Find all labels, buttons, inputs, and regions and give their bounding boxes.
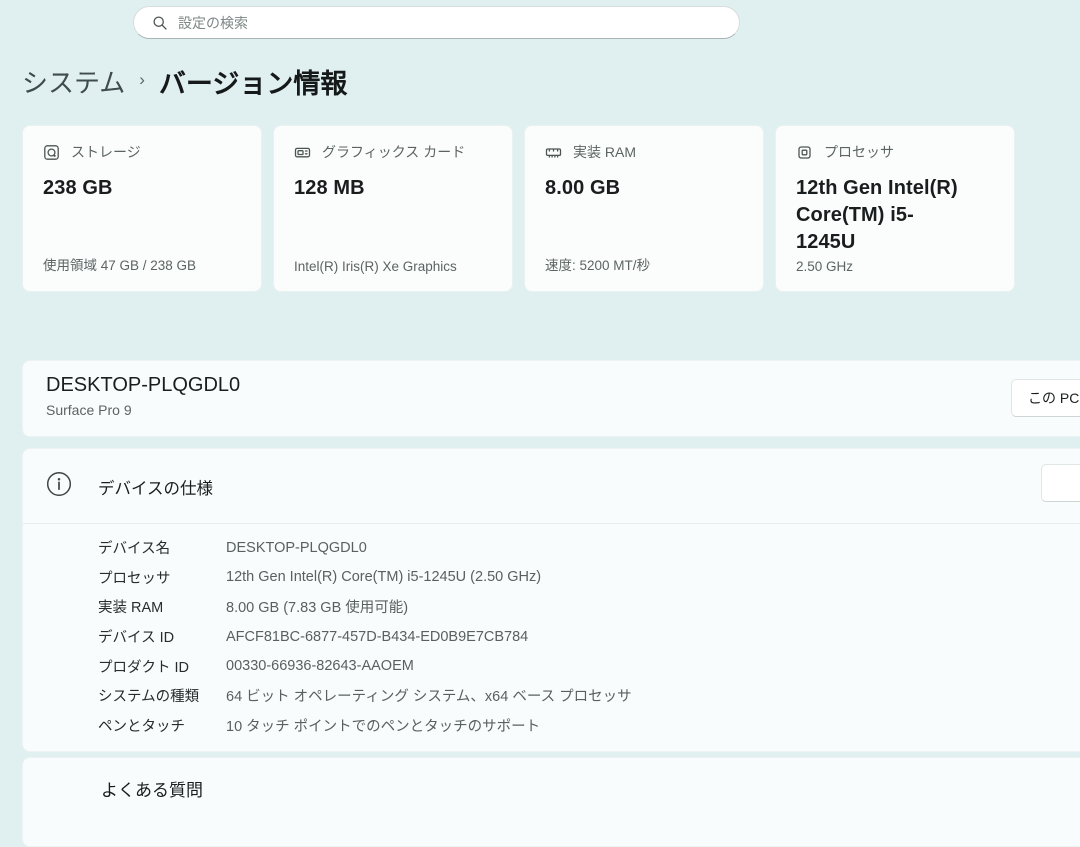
spec-value: 12th Gen Intel(R) Core(TM) i5-1245U (2.5… (226, 569, 541, 585)
spec-label: デバイス ID (98, 626, 226, 647)
graphics-card: グラフィックス カード 128 MB Intel(R) Iris(R) Xe G… (273, 125, 513, 292)
device-name-panel: DESKTOP-PLQGDL0 Surface Pro 9 この PC (22, 360, 1080, 437)
device-specs-title: デバイスの仕様 (98, 475, 213, 499)
settings-search-bar[interactable] (133, 6, 740, 39)
spec-label: プロダクト ID (98, 656, 226, 677)
rename-pc-button-label: この PC (1028, 388, 1079, 408)
storage-card: ストレージ 238 GB 使用領域 47 GB / 238 GB (22, 125, 262, 292)
spec-value: AFCF81BC-6877-457D-B434-ED0B9E7CB784 (226, 629, 528, 645)
table-row: システムの種類 64 ビット オペレーティング システム、x64 ベース プロセ… (98, 681, 1069, 711)
processor-card: プロセッサ 12th Gen Intel(R) Core(TM) i5-1245… (775, 125, 1015, 292)
settings-about-page: システム › バージョン情報 ストレージ 238 GB 使用領域 47 GB /… (0, 0, 1080, 795)
spec-value: 00330-66936-82643-AAOEM (226, 658, 414, 674)
info-icon (46, 471, 72, 497)
spec-label: デバイス名 (98, 537, 226, 558)
table-row: デバイス名 DESKTOP-PLQGDL0 (98, 533, 1069, 563)
copy-button[interactable] (1041, 464, 1080, 502)
device-model: Surface Pro 9 (46, 402, 132, 418)
graphics-card-label: グラフィックス カード (322, 142, 465, 162)
spec-label: システムの種類 (98, 685, 226, 706)
device-specs-expander[interactable]: デバイスの仕様 (23, 449, 1080, 523)
spec-value: DESKTOP-PLQGDL0 (226, 540, 367, 556)
chevron-right-icon: › (139, 70, 145, 90)
table-row: プロダクト ID 00330-66936-82643-AAOEM (98, 651, 1069, 681)
faq-section-header[interactable]: よくある質問 (101, 776, 203, 801)
faq-panel: よくある質問 (22, 757, 1080, 847)
storage-card-detail: 使用領域 47 GB / 238 GB (43, 254, 249, 274)
rename-pc-button[interactable]: この PC (1011, 379, 1080, 417)
device-specs-table: デバイス名 DESKTOP-PLQGDL0 プロセッサ 12th Gen Int… (98, 533, 1069, 740)
processor-card-value: 12th Gen Intel(R) Core(TM) i5-1245U (796, 175, 994, 256)
spec-value: 64 ビット オペレーティング システム、x64 ベース プロセッサ (226, 685, 632, 706)
graphics-card-value: 128 MB (294, 175, 492, 202)
graphics-card-detail: Intel(R) Iris(R) Xe Graphics (294, 259, 500, 274)
table-row: デバイス ID AFCF81BC-6877-457D-B434-ED0B9E7C… (98, 622, 1069, 652)
page-title: バージョン情報 (159, 62, 347, 101)
gpu-icon (294, 144, 311, 161)
search-icon (152, 15, 168, 31)
storage-card-label: ストレージ (71, 142, 141, 162)
cpu-icon (796, 144, 813, 161)
table-row: プロセッサ 12th Gen Intel(R) Core(TM) i5-1245… (98, 563, 1069, 593)
storage-icon (43, 144, 60, 161)
ram-card-value: 8.00 GB (545, 175, 743, 202)
spec-label: プロセッサ (98, 567, 226, 588)
table-row: ペンとタッチ 10 タッチ ポイントでのペンとタッチのサポート (98, 711, 1069, 741)
processor-card-detail: 2.50 GHz (796, 259, 1002, 274)
processor-card-label: プロセッサ (824, 142, 894, 162)
ram-card-label: 実装 RAM (573, 142, 636, 162)
storage-card-value: 238 GB (43, 175, 241, 202)
breadcrumb: システム › バージョン情報 (22, 60, 347, 102)
spec-value: 8.00 GB (7.83 GB 使用可能) (226, 596, 408, 617)
spec-value: 10 タッチ ポイントでのペンとタッチのサポート (226, 715, 540, 736)
ram-card-detail: 速度: 5200 MT/秒 (545, 254, 751, 274)
device-specs-panel: デバイスの仕様 デバイス名 DESKTOP-PLQGDL0 プロセッサ 12th… (22, 448, 1080, 752)
spec-label: ペンとタッチ (98, 715, 226, 736)
breadcrumb-system[interactable]: システム (22, 63, 125, 100)
table-row: 実装 RAM 8.00 GB (7.83 GB 使用可能) (98, 592, 1069, 622)
device-name: DESKTOP-PLQGDL0 (46, 374, 240, 397)
divider (23, 523, 1080, 524)
ram-icon (545, 144, 562, 161)
spec-label: 実装 RAM (98, 596, 226, 617)
search-input[interactable] (178, 15, 727, 31)
ram-card: 実装 RAM 8.00 GB 速度: 5200 MT/秒 (524, 125, 764, 292)
